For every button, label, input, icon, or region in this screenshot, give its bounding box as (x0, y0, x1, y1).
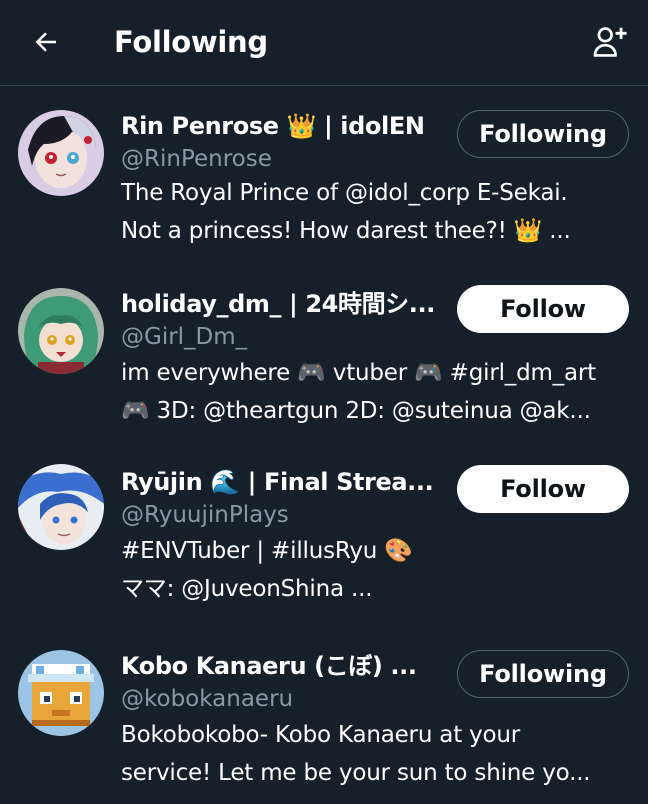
bio-line: The Royal Prince of @idol_corp E-Sekai. (121, 180, 568, 206)
display-name[interactable]: Kobo Kanaeru (こぼ) ... (121, 651, 417, 681)
bio-line: ママ: @JuveonShina ... (121, 576, 373, 602)
user-handle[interactable]: @RyuujinPlays (121, 500, 289, 530)
bio-line: Bokobokobo- Kobo Kanaeru at your (121, 722, 521, 748)
back-button[interactable] (26, 22, 66, 62)
add-user-icon (593, 27, 627, 57)
user-handle[interactable]: @RinPenrose (121, 144, 272, 174)
arrow-left-icon (35, 32, 56, 52)
display-name[interactable]: Ryūjin 🌊 | Final Strea... (121, 467, 433, 497)
user-row[interactable]: Rin Penrose 👑 | idolEN @RinPenrose The R… (0, 100, 648, 280)
display-name[interactable]: holiday_dm_ | 24時間シ... (121, 289, 435, 319)
user-bio: im everywhere 🎮 vtuber 🎮 #girl_dm_art 🎮 … (121, 354, 631, 430)
user-handle[interactable]: @Girl_Dm_ (121, 322, 247, 352)
avatar[interactable] (18, 288, 104, 374)
user-row[interactable]: holiday_dm_ | 24時間シ... @Girl_Dm_ im ever… (0, 280, 648, 460)
bio-line: 🎮 3D: @theartgun 2D: @suteinua @ak... (121, 398, 591, 424)
user-bio: The Royal Prince of @idol_corp E-Sekai. … (121, 174, 631, 250)
add-user-button[interactable] (588, 22, 632, 62)
user-handle[interactable]: @kobokanaeru (121, 684, 293, 714)
avatar[interactable] (18, 650, 104, 736)
follow-button[interactable]: Follow (457, 285, 629, 333)
bio-line: #ENVTuber | #illusRyu 🎨 (121, 538, 413, 564)
bio-line: service! Let me be your sun to shine yo.… (121, 760, 591, 786)
display-name[interactable]: Rin Penrose 👑 | idolEN (121, 111, 425, 141)
user-row[interactable]: Kobo Kanaeru (こぼ) ... @kobokanaeru Bokob… (0, 640, 648, 804)
bio-line: im everywhere 🎮 vtuber 🎮 #girl_dm_art (121, 360, 596, 386)
bio-line: Not a princess! How darest thee?! 👑 ... (121, 218, 571, 244)
following-button[interactable]: Following (457, 650, 629, 698)
avatar[interactable] (18, 464, 104, 550)
follow-button[interactable]: Follow (457, 465, 629, 513)
user-bio: #ENVTuber | #illusRyu 🎨 ママ: @JuveonShina… (121, 532, 631, 608)
user-row[interactable]: Ryūjin 🌊 | Final Strea... @RyuujinPlays … (0, 460, 648, 640)
user-bio: Bokobokobo- Kobo Kanaeru at your service… (121, 716, 631, 792)
page-title: Following (114, 25, 268, 59)
following-button[interactable]: Following (457, 110, 629, 158)
top-bar: Following (0, 0, 648, 86)
avatar[interactable] (18, 110, 104, 196)
